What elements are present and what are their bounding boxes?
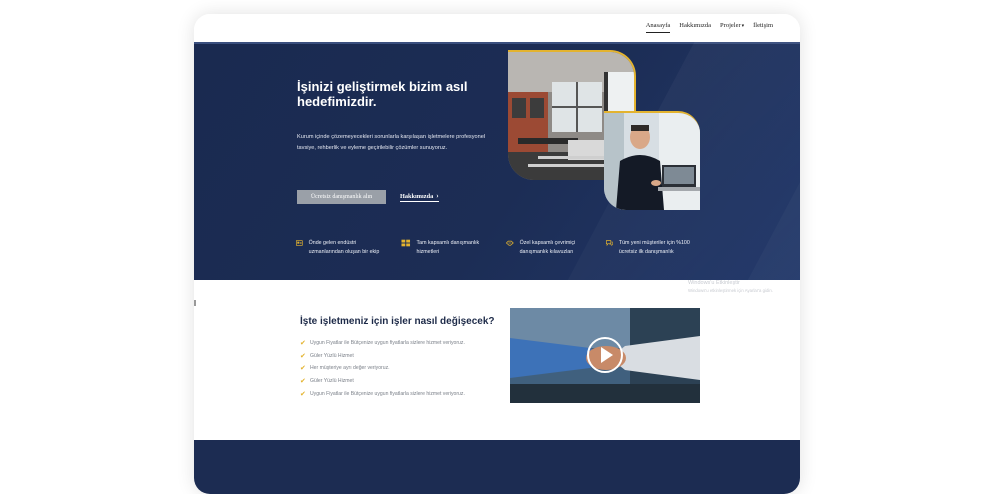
hero-section: İşinizi geliştirmek bizim asıl hedefimiz… (194, 42, 800, 280)
side-handle[interactable] (194, 300, 196, 306)
list-item-text: Güler Yüzlü Hizmet (310, 352, 354, 359)
list-item: ✔ Her müşteriye ayrı değer veriyoruz. (300, 362, 465, 375)
video-player[interactable] (510, 308, 700, 403)
handshake-icon (506, 240, 514, 246)
nav-item-contact[interactable]: İletişim (753, 22, 773, 33)
benefits-title: İşte işletmeniz için işler nasıl değişec… (300, 316, 495, 327)
nav-item-home[interactable]: Anasayfa (645, 22, 671, 33)
feature-text: Özel kapsamlı çevrimiçi danışmanlık kıla… (519, 240, 576, 255)
check-icon: ✔ (300, 352, 306, 360)
grid-icon (401, 239, 411, 247)
hero-description: Kurum içinde çözemeyecekleri sorunlarla … (297, 134, 486, 151)
about-link[interactable]: Hakkımızda › (400, 192, 439, 202)
about-link-label: Hakkımızda (400, 193, 434, 200)
free-consultation-button[interactable]: Ücretsiz danışmanlık alın (297, 190, 386, 204)
nav-item-projects[interactable]: Projeler▾ (720, 22, 744, 33)
feature-text: Tüm yeni müşteriler için %100 ücretsiz i… (618, 240, 690, 255)
check-icon: ✔ (300, 340, 306, 348)
feature-list: Önde gelen endüstri uzmanlarından oluşan… (296, 239, 706, 269)
watermark-title: Windows'u Etkinleştir (688, 280, 740, 286)
list-item: ✔ Uygun Fiyatlar ile Bütçenize uygun fiya… (300, 337, 465, 350)
check-icon: ✔ (300, 378, 306, 386)
businessman-photo (604, 111, 700, 210)
feature-item: Önde gelen endüstri uzmanlarından oluşan… (296, 239, 388, 257)
header-bar: Anasayfa Hakkımızda Projeler▾ İletişim (194, 14, 800, 42)
benefits-section (194, 280, 800, 440)
feature-text: Önde gelen endüstri uzmanlarından oluşan… (308, 240, 380, 255)
footer-band (194, 440, 800, 494)
feature-item: Özel kapsamlı çevrimiçi danışmanlık kıla… (506, 239, 604, 257)
id-card-icon (296, 240, 303, 246)
chevron-down-icon: ▾ (741, 24, 745, 29)
device-frame: Anasayfa Hakkımızda Projeler▾ İletişim İ… (194, 14, 800, 494)
benefits-list: ✔ Uygun Fiyatlar ile Bütçenize uygun fiya… (300, 337, 465, 400)
list-item: ✔ Güler Yüzlü Hizmet (300, 375, 465, 388)
check-icon: ✔ (300, 390, 306, 398)
chevron-right-icon: › (436, 192, 439, 200)
nav-item-projects-label: Projeler (720, 22, 741, 29)
feature-item: Tüm yeni müşteriler için %100 ücretsiz i… (606, 239, 706, 257)
list-item-text: Uygun Fiyatlar ile Bütçenize uygun fiyat… (310, 390, 465, 397)
chat-icon (606, 240, 613, 247)
nav-item-about[interactable]: Hakkımızda (679, 22, 711, 33)
play-icon[interactable] (586, 336, 624, 374)
activation-watermark: Windows'u Etkinleştir Windows'u etkinleş… (688, 280, 773, 294)
list-item-text: Güler Yüzlü Hizmet (310, 378, 354, 385)
list-item: ✔ Uygun Fiyatlar ile Bütçenize uygun fiya… (300, 387, 465, 400)
main-nav: Anasayfa Hakkımızda Projeler▾ İletişim (645, 22, 773, 33)
list-item-text: Her müşteriye ayrı değer veriyoruz. (310, 365, 390, 372)
check-icon: ✔ (300, 365, 306, 373)
watermark-subtitle: Windows'u etkinleştirmek için Ayarlar'a … (688, 288, 773, 293)
list-item: ✔ Güler Yüzlü Hizmet (300, 350, 465, 363)
list-item-text: Uygun Fiyatlar ile Bütçenize uygun fiyat… (310, 340, 465, 347)
feature-text: Tam kapsamlı danışmanlık hizmetleri (416, 240, 480, 255)
feature-item: Tam kapsamlı danışmanlık hizmetleri (401, 239, 499, 257)
hero-title: İşinizi geliştirmek bizim asıl hedefimiz… (297, 79, 468, 109)
